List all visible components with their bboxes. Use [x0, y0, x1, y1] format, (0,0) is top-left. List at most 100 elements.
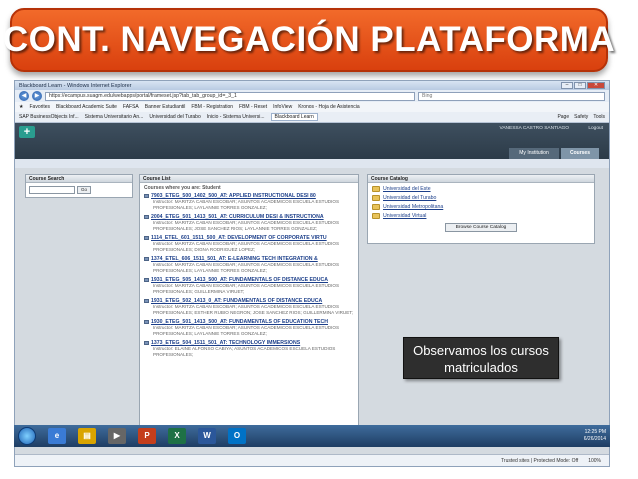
favorite-link[interactable]: Kronos - Hoja de Asistencia: [298, 104, 359, 110]
tab-courses[interactable]: Courses: [561, 148, 599, 159]
catalog-link[interactable]: Universidad Metropolitana: [383, 204, 443, 210]
browser-tab-active[interactable]: Blackboard Learn: [270, 113, 318, 121]
list-item: 2004_ETEG_501_1413_501_AT: CURRICULUM DE…: [144, 214, 354, 232]
course-instructor: Instructor: MARITZA CABAN ESCOBAR; ASUNT…: [153, 199, 340, 210]
list-item: 1114_ETEL_601_1511_500_AT: DEVELOPMENT O…: [144, 235, 354, 253]
add-icon[interactable]: +: [19, 126, 35, 138]
catalog-link[interactable]: Universidad Virtual: [383, 213, 426, 219]
status-bar: Trusted sites | Protected Mode: Off 100%: [15, 454, 609, 466]
list-item: 1930_ETEG_501_1413_500_AT: FUNDAMENTALS …: [144, 319, 354, 337]
folder-icon: [372, 195, 380, 201]
favorite-link[interactable]: Banner Estudiantil: [145, 104, 186, 110]
callout-line: matriculados: [444, 360, 518, 375]
logout-link[interactable]: Logout: [588, 126, 603, 131]
safety-menu[interactable]: Safety: [574, 114, 588, 120]
window-titlebar: Blackboard Learn - Windows Internet Expl…: [15, 81, 609, 90]
callout-line: Observamos los cursos: [413, 343, 549, 358]
favorite-link[interactable]: InfoView: [273, 104, 292, 110]
list-item: 1373_ETEG_504_1511_501_AT: TECHNOLOGY IM…: [144, 340, 354, 358]
course-icon: [144, 215, 149, 219]
course-icon: [144, 278, 149, 282]
list-item[interactable]: Universidad del Este: [372, 186, 590, 192]
blackboard-body: Course Search Go Course List Courses whe…: [15, 168, 609, 454]
explorer-icon[interactable]: ▤: [78, 428, 96, 444]
course-instructor: Instructor: MARITZA CABAN ESCOBAR; ASUNT…: [153, 220, 340, 231]
folder-icon: [372, 204, 380, 210]
folder-icon: [372, 213, 380, 219]
star-icon: ★: [19, 104, 24, 110]
list-item: 1374_ETEL_606_1511_501_AT: E-LEARNING TE…: [144, 256, 354, 274]
favorite-link[interactable]: FAFSA: [123, 104, 139, 110]
course-instructor: Instructor: MARITZA CABAN ESCOBAR; ASUNT…: [153, 241, 340, 252]
course-instructor: Instructor: MARITZA CABAN ESCOBAR; ASUNT…: [153, 283, 340, 294]
powerpoint-icon[interactable]: P: [138, 428, 156, 444]
callout-box: Observamos los cursos matriculados: [403, 337, 559, 379]
browser-tab[interactable]: Inicio - Sistema Universi...: [207, 114, 265, 120]
address-bar-row: ◀ ▶ https://ecampus.suagm.edu/webapps/po…: [15, 90, 609, 102]
go-button[interactable]: Go: [77, 186, 91, 194]
course-icon: [144, 320, 149, 324]
course-icon: [144, 299, 149, 303]
slide: CONT. NAVEGACIÓN PLATAFORMA Blackboard L…: [0, 0, 638, 479]
media-player-icon[interactable]: ▶: [108, 428, 126, 444]
catalog-link[interactable]: Universidad del Turabo: [383, 195, 436, 201]
list-item[interactable]: Universidad del Turabo: [372, 195, 590, 201]
forward-arrow-icon[interactable]: ▶: [32, 91, 42, 101]
favorites-button[interactable]: Favorites: [29, 104, 50, 110]
browser-window: Blackboard Learn - Windows Internet Expl…: [14, 80, 610, 467]
browser-tabs: SAP BusinessObjects Inf... Sistema Unive…: [15, 112, 609, 123]
back-arrow-icon[interactable]: ◀: [19, 91, 29, 101]
minimize-button[interactable]: –: [561, 82, 573, 89]
browser-tab[interactable]: SAP BusinessObjects Inf...: [19, 114, 79, 120]
favorite-link[interactable]: FBM - Reset: [239, 104, 267, 110]
browser-tab[interactable]: Sistema Universitario An...: [85, 114, 144, 120]
word-icon[interactable]: W: [198, 428, 216, 444]
excel-icon[interactable]: X: [168, 428, 186, 444]
tools-menu[interactable]: Tools: [593, 114, 605, 120]
catalog-list: Universidad del Este Universidad del Tur…: [368, 183, 594, 235]
browser-tab[interactable]: Universidad del Turabo: [149, 114, 200, 120]
folder-icon: [372, 186, 380, 192]
course-catalog-module: Course Catalog Universidad del Este Univ…: [367, 174, 595, 244]
user-name[interactable]: VANESSA CASTRO SANTIAGO: [500, 126, 569, 131]
favorite-link[interactable]: Blackboard Academic Suite: [56, 104, 117, 110]
module-title: Course Search: [26, 175, 132, 183]
course-instructor: Instructor: MARITZA CABAN ESCOBAR; ASUNT…: [153, 262, 340, 273]
module-title: Course Catalog: [368, 175, 594, 183]
list-item[interactable]: Universidad Virtual: [372, 213, 590, 219]
course-instructor: Instructor: ELAINE ALFONSO CABIYA; ASUNT…: [153, 346, 336, 357]
search-input[interactable]: Bing: [418, 91, 605, 101]
tab-my-institution[interactable]: My Institution: [509, 148, 559, 159]
module-title: Course List: [140, 175, 358, 183]
list-item: 1931_ETEG_502_1413_0_AT: FUNDAMENTALS OF…: [144, 298, 354, 316]
close-button[interactable]: ✕: [587, 82, 605, 89]
catalog-link[interactable]: Universidad del Este: [383, 186, 431, 192]
maximize-button[interactable]: □: [574, 82, 586, 89]
favorite-link[interactable]: FBM - Registration: [191, 104, 233, 110]
course-search-module: Course Search Go: [25, 174, 133, 198]
blackboard-header: + VANESSA CASTRO SANTIAGO Logout My Inst…: [15, 123, 609, 159]
course-instructor: Instructor: MARITZA CABAN ESCOBAR; ASUNT…: [153, 325, 340, 336]
list-item: 7903_ETEG_500_1402_500_AT: APPLIED INSTR…: [144, 193, 354, 211]
list-item: 1931_ETEG_505_1413_500_AT: FUNDAMENTALS …: [144, 277, 354, 295]
page-menu[interactable]: Page: [557, 114, 569, 120]
zoom-level[interactable]: 100%: [588, 458, 601, 464]
course-list: Courses where you are: Student 7903_ETEG…: [140, 183, 358, 363]
address-input[interactable]: https://ecampus.suagm.edu/webapps/portal…: [45, 91, 415, 101]
browse-catalog-button[interactable]: Browse Course Catalog: [445, 223, 517, 232]
list-item[interactable]: Universidad Metropolitana: [372, 204, 590, 210]
security-zone: Trusted sites | Protected Mode: Off: [501, 457, 579, 464]
course-icon: [144, 341, 149, 345]
start-button[interactable]: [18, 427, 36, 445]
course-icon: [144, 194, 149, 198]
course-list-module: Course List Courses where you are: Stude…: [139, 174, 359, 428]
clock-date: 6/26/2014: [583, 436, 606, 442]
outlook-icon[interactable]: O: [228, 428, 246, 444]
command-bar: Page Safety Tools: [557, 114, 605, 120]
favorites-bar: ★ Favorites Blackboard Academic Suite FA…: [15, 102, 609, 112]
course-icon: [144, 236, 149, 240]
ie-icon[interactable]: e: [48, 428, 66, 444]
course-search-input[interactable]: [29, 186, 75, 194]
course-list-heading: Courses where you are: Student: [144, 185, 221, 191]
system-clock[interactable]: 12:25 PM 6/26/2014: [584, 429, 606, 443]
